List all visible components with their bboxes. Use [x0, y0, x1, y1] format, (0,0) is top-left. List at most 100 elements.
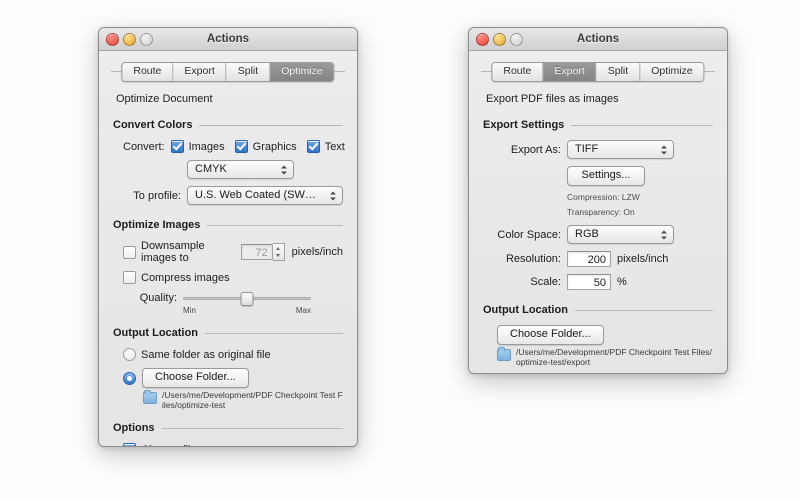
actions-window-export[interactable]: Actions Route Export Split Optimize Expo… [468, 27, 728, 374]
group-label: Output Location [113, 327, 198, 339]
titlebar-left[interactable]: Actions [99, 28, 357, 51]
checkbox-convert-images[interactable] [170, 140, 184, 153]
window-controls-left[interactable] [106, 33, 153, 46]
window-body-right: Route Export Split Optimize Export PDF f… [469, 62, 727, 373]
group-label: Export Settings [483, 119, 565, 131]
desktop: Actions Route Export Split Optimize Opti… [0, 0, 800, 500]
popup-color-mode-value: CMYK [195, 163, 227, 175]
label-scale: Scale: [530, 276, 561, 288]
chevron-updown-icon [660, 143, 669, 156]
group-export-settings: Export Settings [483, 119, 713, 131]
tab-optimize[interactable]: Optimize [270, 63, 334, 81]
close-button[interactable] [476, 33, 489, 46]
label-convert-text: Text [324, 140, 345, 153]
group-rule [207, 224, 343, 226]
checkbox-convert-text[interactable] [306, 140, 320, 153]
group-optimize-images: Optimize Images [113, 219, 343, 231]
slider-quality[interactable] [183, 291, 311, 306]
window-controls-right[interactable] [476, 33, 523, 46]
label-downsample-units: pixels/inch [291, 246, 343, 258]
popup-color-space[interactable]: RGB [567, 225, 674, 244]
window-body-left: Route Export Split Optimize Optimize Doc… [99, 62, 357, 447]
tabs-right[interactable]: Route Export Split Optimize [491, 62, 705, 82]
choose-folder-button[interactable]: Choose Folder... [497, 325, 604, 345]
group-rule [574, 309, 713, 311]
choose-folder-button[interactable]: Choose Folder... [142, 368, 249, 388]
popup-to-profile-value: U.S. Web Coated (SWOP) v2 [195, 189, 340, 201]
to-profile-label: To profile: [133, 189, 181, 202]
chevron-updown-icon [280, 163, 289, 176]
label-convert-graphics: Graphics [252, 140, 297, 153]
group-rule [199, 124, 343, 126]
group-output-location: Output Location [113, 327, 343, 339]
input-resolution[interactable]: 200 [567, 251, 611, 267]
note-transparency: Transparency: On [567, 207, 635, 217]
tab-split[interactable]: Split [226, 63, 271, 81]
close-button[interactable] [106, 33, 119, 46]
popup-export-as[interactable]: TIFF [567, 140, 674, 159]
popup-color-mode[interactable]: CMYK [187, 160, 294, 179]
output-path-text: /Users/me/Development/PDF Checkpoint Tes… [162, 390, 343, 410]
group-label: Options [113, 422, 155, 434]
settings-button[interactable]: Settings... [567, 166, 645, 186]
label-color-space: Color Space: [497, 228, 561, 241]
tab-export[interactable]: Export [173, 63, 227, 81]
quality-slider-wrap: Min Max [183, 291, 311, 315]
checkbox-downsample[interactable] [123, 245, 136, 259]
titlebar-right[interactable]: Actions [469, 28, 727, 51]
convert-label: Convert: [123, 140, 165, 153]
zoom-button [140, 33, 153, 46]
export-as-row: Export As: TIFF [493, 140, 713, 159]
tabstrip-left: Route Export Split Optimize [99, 62, 357, 82]
folder-icon [497, 347, 511, 361]
radio-choose-folder[interactable] [123, 371, 136, 385]
label-change-file-names: Change file names: [141, 444, 236, 447]
tabs-left[interactable]: Route Export Split Optimize [121, 62, 335, 82]
input-downsample-dpi[interactable]: 72 [241, 244, 273, 260]
tab-route[interactable]: Route [492, 63, 544, 81]
label-convert-images: Images [188, 140, 225, 153]
checkbox-compress-images[interactable] [123, 271, 136, 284]
convert-row: Convert: Images Graphics Text [123, 140, 345, 153]
label-compress-images: Compress images [141, 271, 230, 284]
radio-same-folder[interactable] [123, 348, 136, 361]
output-path-row-right: /Users/me/Development/PDF Checkpoint Tes… [497, 347, 713, 367]
label-quality: Quality: [139, 292, 177, 304]
chevron-updown-icon [660, 228, 669, 241]
label-resolution: Resolution: [505, 253, 561, 265]
label-downsample: Downsample images to [141, 240, 205, 264]
tab-split[interactable]: Split [596, 63, 641, 81]
quality-row: Quality: Min Max [135, 291, 343, 315]
transparency-note-row: Transparency: On [493, 205, 713, 217]
content-left: Optimize Document Convert Colors Convert… [99, 93, 357, 447]
label-resolution-units: pixels/inch [617, 253, 669, 265]
tab-export[interactable]: Export [543, 63, 597, 81]
popup-to-profile[interactable]: U.S. Web Coated (SWOP) v2 [187, 186, 343, 205]
tab-route[interactable]: Route [122, 63, 174, 81]
slider-thumb[interactable] [240, 292, 254, 306]
minimize-button[interactable] [123, 33, 136, 46]
group-rule [571, 124, 713, 126]
group-label: Optimize Images [113, 219, 201, 231]
panel-subtitle: Export PDF files as images [486, 93, 619, 105]
label-export-as: Export As: [510, 143, 561, 156]
checkbox-convert-graphics[interactable] [234, 140, 248, 153]
input-scale[interactable]: 50 [567, 274, 611, 290]
compress-row: Compress images [123, 271, 343, 284]
group-rule [204, 332, 343, 334]
choose-folder-row-right: Choose Folder... [497, 325, 713, 345]
zoom-button [510, 33, 523, 46]
group-label: Convert Colors [113, 119, 193, 131]
to-profile-row: To profile: U.S. Web Coated (SWOP) v2 [123, 186, 343, 205]
minimize-button[interactable] [493, 33, 506, 46]
label-scale-units: % [617, 276, 627, 288]
tab-optimize[interactable]: Optimize [640, 63, 704, 81]
stepper-downsample-dpi[interactable] [272, 243, 285, 261]
popup-color-space-value: RGB [575, 228, 599, 240]
color-space-row: Color Space: RGB [493, 225, 713, 244]
checkbox-change-file-names[interactable] [123, 443, 136, 446]
choose-folder-row: Choose Folder... [123, 368, 343, 388]
actions-window-optimize[interactable]: Actions Route Export Split Optimize Opti… [98, 27, 358, 447]
group-options: Options [113, 422, 343, 434]
panel-subtitle: Optimize Document [116, 93, 213, 105]
